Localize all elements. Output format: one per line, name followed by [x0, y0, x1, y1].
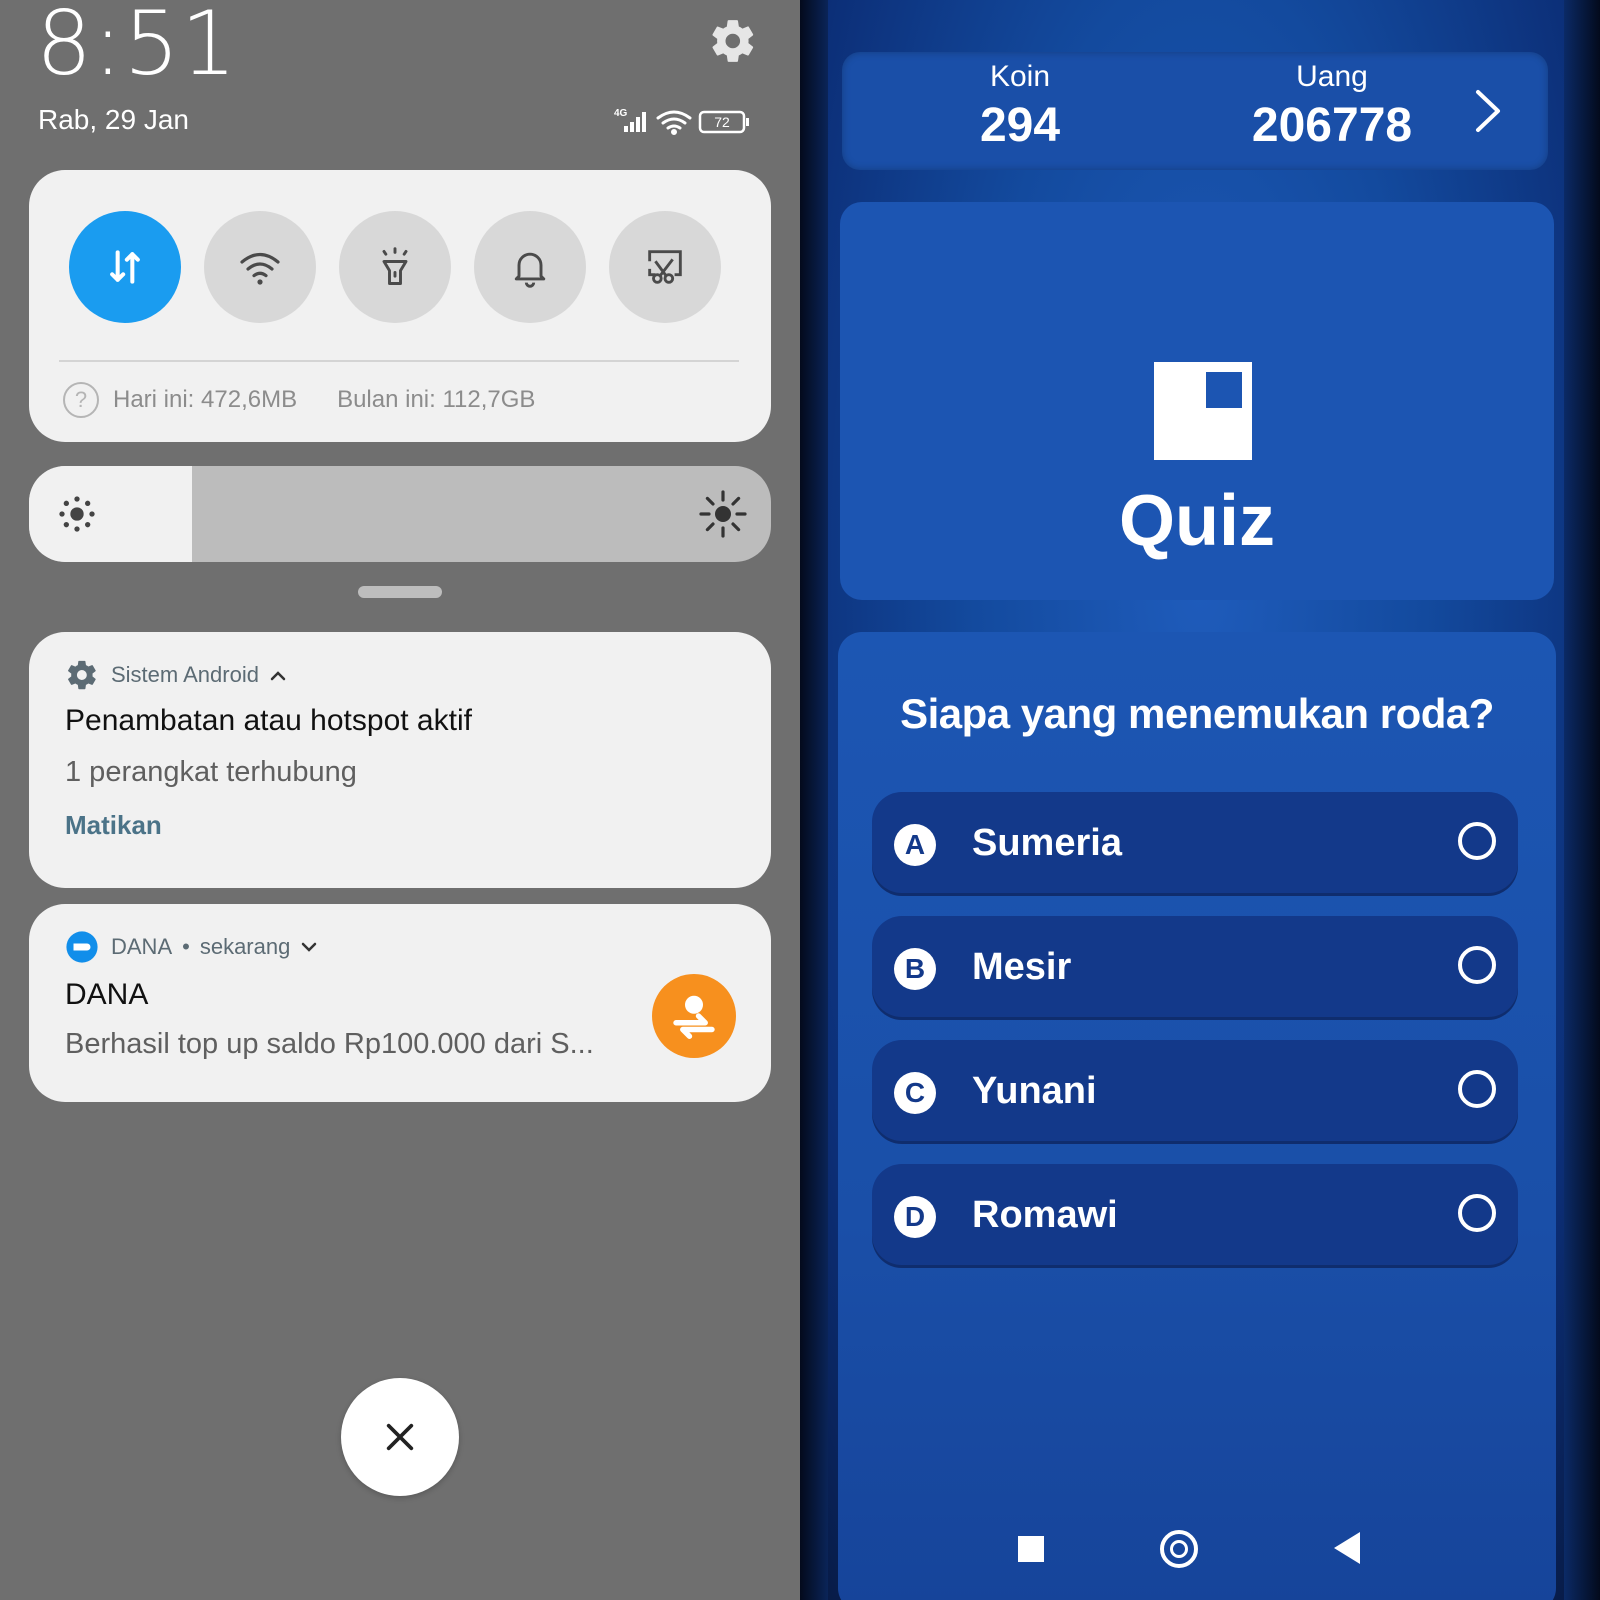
quiz-banner: Quiz: [840, 202, 1554, 600]
notification-shade: 8:51 Rab, 29 Jan 4G 72 ? Hari ini: 472,6…: [0, 0, 800, 1600]
coin-label: Koin: [989, 60, 1051, 93]
quiz-logo-icon: [1154, 362, 1252, 460]
brightness-slider[interactable]: [29, 466, 771, 562]
wifi-status-icon: [656, 110, 692, 135]
turn-off-button[interactable]: Matikan: [65, 810, 162, 841]
notification-header: Sistem Android: [65, 658, 287, 692]
option-text: Sumeria: [972, 822, 1122, 864]
mobile-data-arrows-icon: [110, 250, 140, 284]
divider: [59, 360, 739, 362]
notification-title: Penambatan atau hotspot aktif: [65, 704, 472, 737]
recents-button[interactable]: [1018, 1536, 1044, 1562]
toggle-flashlight[interactable]: [339, 211, 451, 323]
option-letter: C: [894, 1072, 936, 1114]
toggle-screenshot[interactable]: [609, 211, 721, 323]
answer-option-a[interactable]: A Sumeria: [872, 792, 1518, 896]
option-letter: D: [894, 1196, 936, 1238]
person-transfer-icon: [673, 995, 715, 1039]
score-bar: Koin 294 Uang 206778: [842, 52, 1548, 170]
battery-icon: 72: [698, 110, 749, 134]
clear-all-button[interactable]: [341, 1378, 459, 1496]
option-text: Romawi: [972, 1194, 1118, 1236]
money-counter: Uang 206778: [1232, 60, 1432, 153]
coin-counter: Koin 294: [960, 60, 1080, 153]
home-button[interactable]: [1160, 1530, 1198, 1568]
brightness-fill: [29, 466, 193, 562]
wifi-icon: [240, 252, 280, 285]
toggle-mobile-data[interactable]: [69, 211, 181, 323]
radio-button[interactable]: [1458, 822, 1496, 860]
notification-app-name: Sistem Android: [111, 662, 259, 687]
bell-icon: [514, 252, 546, 288]
question-panel: Siapa yang menemukan roda? A Sumeria B M…: [838, 632, 1556, 1600]
brightness-low-icon: [59, 496, 95, 532]
brightness-high-icon: [699, 490, 747, 538]
option-letter: A: [894, 824, 936, 866]
clock: 8:51: [36, 0, 238, 95]
notification-time: sekarang: [199, 934, 291, 959]
radio-button[interactable]: [1458, 1070, 1496, 1108]
coin-value: 294: [979, 99, 1061, 152]
money-value: 206778: [1251, 99, 1413, 152]
notification-title: DANA: [65, 978, 149, 1011]
notification-header: DANA • sekarang: [65, 930, 318, 964]
svg-text:4G: 4G: [614, 108, 628, 119]
signal-icon: 4G: [614, 108, 646, 132]
notification-hotspot[interactable]: Sistem Android Penambatan atau hotspot a…: [29, 632, 771, 888]
back-button[interactable]: [1334, 1532, 1360, 1564]
chevron-up-icon[interactable]: [269, 669, 287, 681]
radio-button[interactable]: [1458, 1194, 1496, 1232]
notification-dana[interactable]: DANA • sekarang DANA Berhasil top up sal…: [29, 904, 771, 1102]
date: Rab, 29 Jan: [38, 104, 189, 135]
money-label: Uang: [1296, 60, 1368, 93]
android-system-gear-icon: [68, 660, 96, 690]
flashlight-icon: [382, 247, 408, 285]
chevron-down-icon[interactable]: [300, 941, 318, 953]
option-text: Yunani: [972, 1070, 1097, 1112]
radio-button[interactable]: [1458, 946, 1496, 984]
notification-text: Berhasil top up saldo Rp100.000 dari S..…: [65, 1028, 594, 1060]
data-usage-row[interactable]: ? Hari ini: 472,6MB Bulan ini: 112,7GB: [63, 380, 535, 420]
quiz-title: Quiz: [1119, 481, 1275, 561]
quiz-app-photo: Koin 294 Uang 206778 Quiz Siapa yang men…: [800, 0, 1600, 1600]
help-icon: ?: [63, 382, 99, 418]
usage-month: Bulan ini: 112,7GB: [337, 386, 536, 413]
quick-settings-panel: ? Hari ini: 472,6MB Bulan ini: 112,7GB: [29, 170, 771, 442]
toggle-sound[interactable]: [474, 211, 586, 323]
shade-drag-handle[interactable]: [358, 586, 442, 598]
screenshot-scissors-icon: [648, 250, 682, 284]
chevron-right-icon[interactable]: [1470, 86, 1506, 136]
usage-today: Hari ini: 472,6MB: [113, 386, 298, 413]
toggle-wifi[interactable]: [204, 211, 316, 323]
notification-app-name: DANA: [111, 934, 173, 959]
battery-level: 72: [714, 114, 730, 130]
settings-gear-icon[interactable]: [708, 16, 758, 66]
dana-app-icon: [66, 931, 98, 963]
dana-transfer-avatar: [652, 974, 736, 1058]
option-text: Mesir: [972, 946, 1072, 988]
close-icon: [386, 1423, 414, 1451]
question-text: Siapa yang menemukan roda?: [900, 690, 1494, 737]
status-bar-icons: 4G 72: [614, 108, 749, 135]
answer-option-c[interactable]: C Yunani: [872, 1040, 1518, 1144]
option-letter: B: [894, 948, 936, 990]
answer-option-b[interactable]: B Mesir: [872, 916, 1518, 1020]
notification-text: 1 perangkat terhubung: [65, 756, 357, 788]
answer-option-d[interactable]: D Romawi: [872, 1164, 1518, 1268]
navigation-bar: [800, 1530, 1600, 1580]
